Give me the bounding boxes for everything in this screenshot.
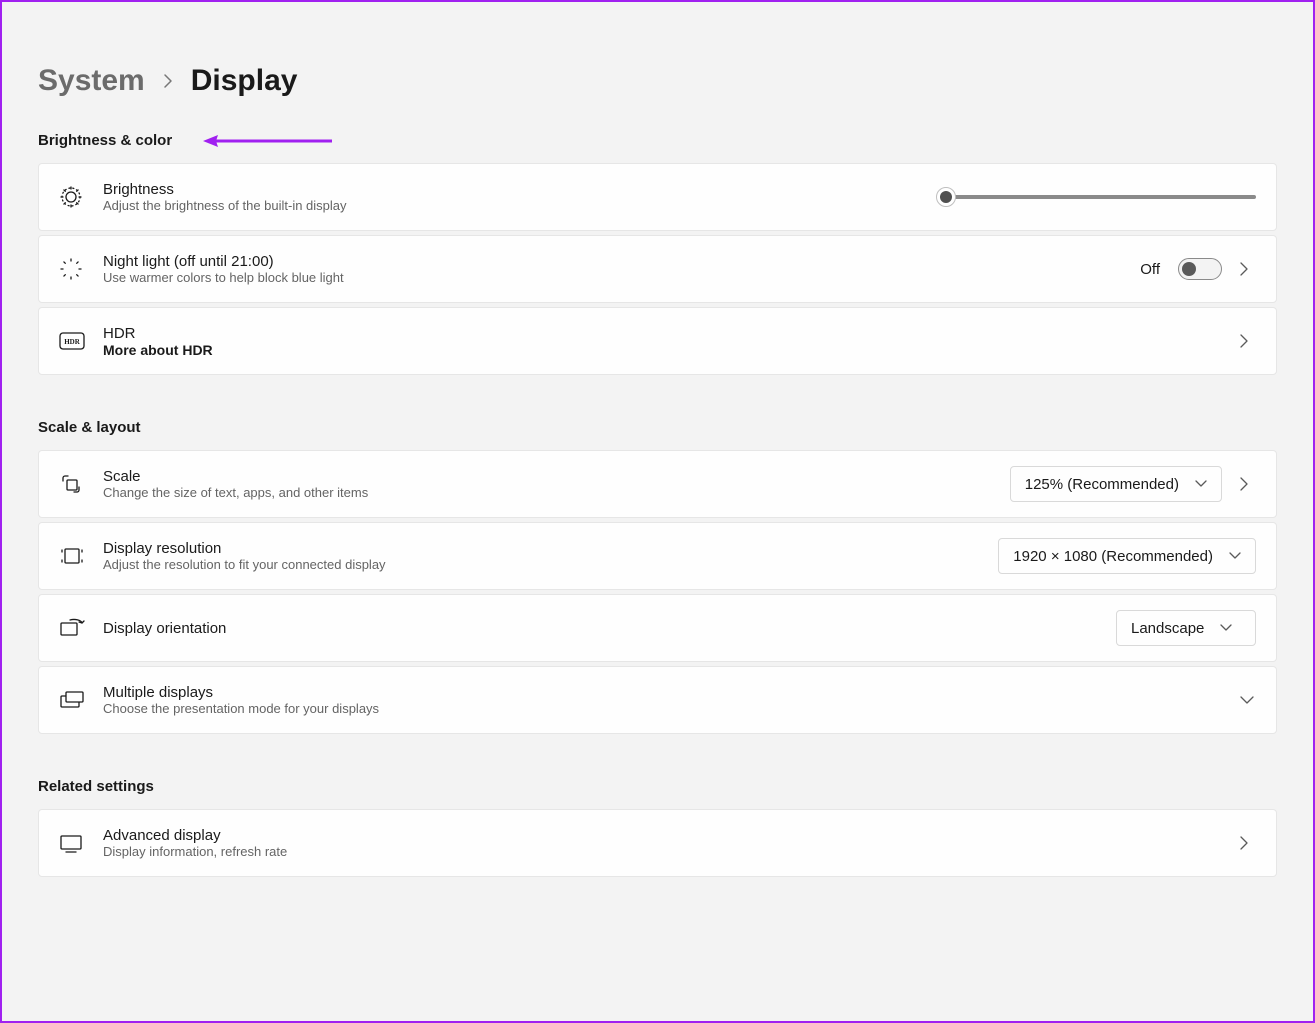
advanced-display-row[interactable]: Advanced display Display information, re… bbox=[38, 809, 1277, 877]
scale-dropdown[interactable]: 125% (Recommended) bbox=[1010, 466, 1222, 502]
section-title-scale-layout: Scale & layout bbox=[38, 419, 1277, 436]
breadcrumb: System Display bbox=[38, 64, 1277, 98]
breadcrumb-current: Display bbox=[191, 64, 298, 98]
chevron-down-icon bbox=[1220, 624, 1232, 632]
scale-dropdown-value: 125% (Recommended) bbox=[1025, 476, 1179, 493]
hdr-icon: HDR bbox=[59, 332, 85, 350]
chevron-right-icon[interactable] bbox=[1240, 334, 1256, 348]
multiple-displays-title: Multiple displays bbox=[103, 684, 1240, 701]
monitor-icon bbox=[59, 833, 83, 853]
night-light-toggle-label: Off bbox=[1140, 261, 1160, 278]
resolution-row[interactable]: Display resolution Adjust the resolution… bbox=[38, 522, 1277, 590]
chevron-down-icon bbox=[1195, 480, 1207, 488]
svg-text:HDR: HDR bbox=[64, 338, 81, 346]
night-light-icon bbox=[59, 257, 83, 281]
chevron-right-icon bbox=[163, 73, 173, 89]
multiple-displays-icon bbox=[59, 690, 85, 710]
scale-row[interactable]: Scale Change the size of text, apps, and… bbox=[38, 450, 1277, 518]
orientation-row[interactable]: Display orientation Landscape bbox=[38, 594, 1277, 662]
breadcrumb-parent[interactable]: System bbox=[38, 64, 145, 98]
resolution-dropdown[interactable]: 1920 × 1080 (Recommended) bbox=[998, 538, 1256, 574]
brightness-row[interactable]: Brightness Adjust the brightness of the … bbox=[38, 163, 1277, 231]
brightness-slider-thumb[interactable] bbox=[936, 187, 956, 207]
scale-icon bbox=[59, 472, 83, 496]
scale-subtitle: Change the size of text, apps, and other… bbox=[103, 485, 1010, 500]
resolution-icon bbox=[59, 545, 85, 567]
night-light-toggle[interactable] bbox=[1178, 258, 1222, 280]
orientation-icon bbox=[59, 617, 85, 639]
advanced-display-subtitle: Display information, refresh rate bbox=[103, 844, 1240, 859]
section-title-related: Related settings bbox=[38, 778, 1277, 795]
resolution-dropdown-value: 1920 × 1080 (Recommended) bbox=[1013, 548, 1213, 565]
chevron-right-icon[interactable] bbox=[1240, 836, 1256, 850]
night-light-row[interactable]: Night light (off until 21:00) Use warmer… bbox=[38, 235, 1277, 303]
section-title-brightness-color: Brightness & color bbox=[38, 132, 1277, 149]
chevron-down-icon[interactable] bbox=[1240, 696, 1256, 704]
annotation-arrow-icon bbox=[202, 134, 332, 148]
hdr-title: HDR bbox=[103, 325, 1240, 342]
advanced-display-title: Advanced display bbox=[103, 827, 1240, 844]
resolution-subtitle: Adjust the resolution to fit your connec… bbox=[103, 557, 998, 572]
scale-title: Scale bbox=[103, 468, 1010, 485]
orientation-dropdown-value: Landscape bbox=[1131, 620, 1204, 637]
chevron-right-icon[interactable] bbox=[1240, 262, 1256, 276]
chevron-right-icon[interactable] bbox=[1240, 477, 1256, 491]
night-light-subtitle: Use warmer colors to help block blue lig… bbox=[103, 270, 1140, 285]
brightness-title: Brightness bbox=[103, 181, 946, 198]
brightness-icon bbox=[59, 185, 83, 209]
orientation-dropdown[interactable]: Landscape bbox=[1116, 610, 1256, 646]
brightness-subtitle: Adjust the brightness of the built-in di… bbox=[103, 198, 946, 213]
multiple-displays-subtitle: Choose the presentation mode for your di… bbox=[103, 701, 1240, 716]
brightness-slider[interactable] bbox=[946, 195, 1256, 199]
hdr-row[interactable]: HDR HDR More about HDR bbox=[38, 307, 1277, 375]
chevron-down-icon bbox=[1229, 552, 1241, 560]
orientation-title: Display orientation bbox=[103, 620, 1116, 637]
multiple-displays-row[interactable]: Multiple displays Choose the presentatio… bbox=[38, 666, 1277, 734]
night-light-title: Night light (off until 21:00) bbox=[103, 253, 1140, 270]
hdr-link[interactable]: More about HDR bbox=[103, 342, 1240, 358]
resolution-title: Display resolution bbox=[103, 540, 998, 557]
